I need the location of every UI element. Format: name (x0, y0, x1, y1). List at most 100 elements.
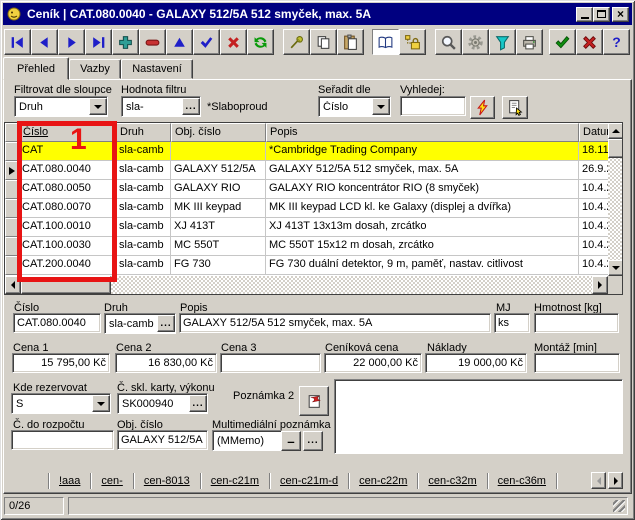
cell-cislo[interactable]: CAT.100.0030 (19, 237, 116, 256)
kde-rezervovat-dropdown-button[interactable] (92, 395, 110, 412)
cancel-button[interactable] (576, 29, 603, 55)
post-record-button[interactable] (193, 29, 220, 55)
first-record-button[interactable] (4, 29, 31, 55)
cell-datum[interactable]: 10.4.20 (579, 180, 608, 199)
naklady-field[interactable] (425, 353, 527, 373)
row-selector[interactable] (5, 199, 19, 218)
tab-vazby[interactable]: Vazby (69, 59, 121, 79)
table-row[interactable]: CATsla-camb*Cambridge Trading Company18.… (5, 142, 622, 161)
cell-popis[interactable]: GALAXY 512/5A 512 smyček, max. 5A (266, 161, 579, 180)
poznamka2-button[interactable] (299, 386, 329, 416)
cell-popis[interactable]: GALAXY RIO koncentrátor RIO (8 smyček) (266, 180, 579, 199)
resize-grip[interactable] (613, 500, 625, 512)
hmotnost-field[interactable] (534, 313, 619, 333)
skl-karta-field[interactable]: SK000940 ... (117, 393, 208, 414)
links-scroll-left-button[interactable] (591, 472, 606, 489)
table-row[interactable]: CAT.080.0040sla-cambGALAXY 512/5AGALAXY … (5, 161, 622, 180)
search-execute-button[interactable] (470, 96, 495, 119)
rozpocet-field[interactable] (11, 430, 114, 450)
poznamka2-memo[interactable] (334, 379, 623, 454)
table-row[interactable]: CAT.080.0050sla-cambGALAXY RIOGALAXY RIO… (5, 180, 622, 199)
pricelist-link[interactable]: cen-c32m (418, 473, 486, 489)
cell-cislo[interactable]: CAT.080.0040 (19, 161, 116, 180)
pricelist-link[interactable]: cen-c21m-d (270, 473, 348, 489)
row-selector[interactable] (5, 180, 19, 199)
pin-button[interactable] (283, 29, 310, 55)
price-book-button[interactable] (372, 29, 399, 55)
cell-druh[interactable]: sla-camb (116, 142, 171, 161)
cena1-field[interactable] (12, 353, 110, 373)
cell-cislo[interactable]: CAT.080.0070 (19, 199, 116, 218)
search-input[interactable] (400, 96, 466, 116)
cell-datum[interactable]: 10.4.20 (579, 199, 608, 218)
cell-popis[interactable]: *Cambridge Trading Company (266, 142, 579, 161)
tab-nastaveni[interactable]: Nastavení (121, 59, 193, 79)
cell-obj-cislo[interactable]: MC 550T (171, 237, 266, 256)
minimize-button[interactable] (576, 7, 593, 22)
cell-cislo[interactable]: CAT.200.0040 (19, 256, 116, 275)
maximize-button[interactable] (593, 7, 610, 22)
last-record-button[interactable] (85, 29, 112, 55)
row-selector[interactable] (5, 218, 19, 237)
scroll-left-button[interactable] (5, 276, 21, 294)
cell-cislo[interactable]: CAT.080.0050 (19, 180, 116, 199)
cenikova-cena-field[interactable] (324, 353, 422, 373)
cell-popis[interactable]: XJ 413T 13x13m dosah, zrcátko (266, 218, 579, 237)
filter-button[interactable] (489, 29, 516, 55)
horizontal-scrollbar[interactable] (5, 276, 608, 294)
insert-record-button[interactable] (112, 29, 139, 55)
cell-datum[interactable]: 26.9.20 (579, 161, 608, 180)
pricelist-link[interactable]: !aaa (49, 473, 90, 489)
obj-cislo-field[interactable] (117, 430, 208, 450)
cena3-field[interactable] (220, 353, 321, 373)
sort-select[interactable]: Číslo (318, 96, 391, 117)
mm-poznamka-clear-button[interactable]: – (281, 431, 301, 451)
vertical-scrollbar[interactable] (608, 123, 623, 276)
cell-datum[interactable]: 10.4.20 (579, 256, 608, 275)
cell-obj-cislo[interactable]: FG 730 (171, 256, 266, 275)
cell-obj-cislo[interactable]: XJ 413T (171, 218, 266, 237)
cancel-record-button[interactable] (220, 29, 247, 55)
cislo-field[interactable] (13, 313, 101, 333)
cell-druh[interactable]: sla-camb (116, 180, 171, 199)
delete-record-button[interactable] (139, 29, 166, 55)
column-header-cislo[interactable]: Číslo (19, 123, 116, 142)
cell-obj-cislo[interactable]: GALAXY RIO (171, 180, 266, 199)
cell-datum[interactable]: 18.11.2 (579, 142, 608, 161)
settings-button[interactable] (462, 29, 489, 55)
vertical-scroll-thumb[interactable] (608, 139, 623, 158)
row-selector[interactable] (5, 237, 19, 256)
column-header-popis[interactable]: Popis (266, 123, 579, 142)
cell-druh[interactable]: sla-camb (116, 199, 171, 218)
row-selector[interactable] (5, 161, 19, 180)
paste-button[interactable] (337, 29, 364, 55)
cell-druh[interactable]: sla-camb (116, 256, 171, 275)
stock-lock-button[interactable] (399, 29, 426, 55)
tab-prehled[interactable]: Přehled (3, 57, 69, 80)
druh-ellipsis-button[interactable]: ... (157, 315, 175, 332)
cell-popis[interactable]: FG 730 duální detektor, 9 m, paměť, nast… (266, 256, 579, 275)
edit-record-button[interactable] (166, 29, 193, 55)
column-header-druh[interactable]: Druh (116, 123, 171, 142)
filter-value-ellipsis-button[interactable]: ... (182, 98, 200, 115)
pricelist-link[interactable]: cen-c22m (349, 473, 417, 489)
popis-field[interactable] (179, 313, 491, 333)
filter-value-field[interactable]: sla- ... (121, 96, 201, 117)
cell-obj-cislo[interactable]: MK III keypad (171, 199, 266, 218)
cell-druh[interactable]: sla-camb (116, 161, 171, 180)
pricelist-link[interactable]: cen- (91, 473, 132, 489)
row-selector[interactable] (5, 142, 19, 161)
column-header-datum[interactable]: Datum (579, 123, 608, 142)
cell-obj-cislo[interactable] (171, 142, 266, 161)
cell-druh[interactable]: sla-camb (116, 218, 171, 237)
print-button[interactable] (516, 29, 543, 55)
cell-datum[interactable]: 10.4.20 (579, 218, 608, 237)
cell-druh[interactable]: sla-camb (116, 237, 171, 256)
cell-datum[interactable]: 10.4.20 (579, 237, 608, 256)
close-button[interactable]: × (612, 7, 629, 22)
copy-button[interactable] (310, 29, 337, 55)
table-row[interactable]: CAT.200.0040sla-cambFG 730FG 730 duální … (5, 256, 622, 275)
cell-cislo[interactable]: CAT.100.0010 (19, 218, 116, 237)
filter-column-dropdown-button[interactable] (89, 98, 107, 115)
pricelist-link[interactable]: cen-c36m (488, 473, 556, 489)
